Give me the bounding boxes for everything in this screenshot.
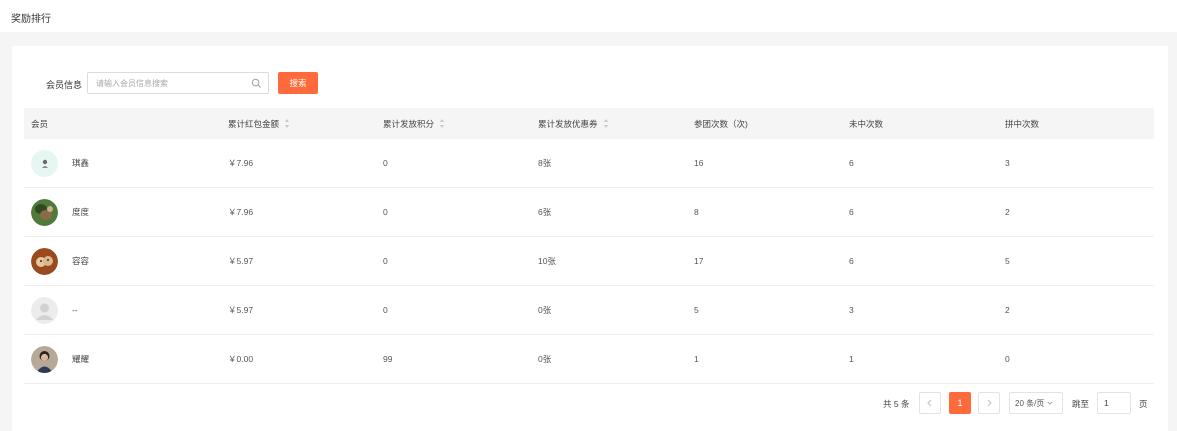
column-header-coupons[interactable]: 累计发放优惠券: [538, 108, 609, 139]
misses-cell: 6: [849, 158, 854, 168]
avatar: [31, 248, 58, 275]
points-cell: 99: [383, 354, 393, 364]
coupons-cell: 8张: [538, 158, 552, 168]
joins-cell: 8: [694, 207, 699, 217]
points-cell: 0: [383, 207, 388, 217]
column-header-points[interactable]: 累计发放积分: [383, 108, 445, 139]
column-header-red-packet[interactable]: 累计红包金额: [228, 108, 290, 139]
points-cell: 0: [383, 158, 388, 168]
misses-cell: 6: [849, 207, 854, 217]
chevron-right-icon: [987, 399, 992, 407]
member-name: 度度: [72, 207, 90, 217]
table-row: 容容 ￥5.97 0 10张 17 6 5: [24, 237, 1154, 286]
member-name: 琪鑫: [72, 158, 90, 168]
amount-cell: ￥5.97: [228, 256, 254, 266]
column-label: 会员: [31, 118, 49, 129]
coupons-cell: 0张: [538, 305, 552, 315]
search-input[interactable]: [96, 77, 246, 90]
wins-cell: 2: [1005, 305, 1010, 315]
coupons-cell: 0张: [538, 354, 552, 364]
column-label: 未中次数: [849, 118, 884, 129]
goto-page-input[interactable]: [1097, 392, 1131, 414]
misses-cell: 3: [849, 305, 854, 315]
column-header-misses: 未中次数: [849, 108, 883, 139]
goto-label: 跳至: [1072, 399, 1090, 409]
column-header-joins: 参团次数（次): [694, 108, 748, 139]
misses-cell: 6: [849, 256, 854, 266]
member-name: --: [72, 305, 78, 315]
column-label: 累计发放积分: [383, 118, 435, 129]
table-row: 度度 ￥7.96 0 6张 8 6 2: [24, 188, 1154, 237]
wins-cell: 0: [1005, 354, 1010, 364]
sort-icon[interactable]: [285, 119, 290, 128]
coupons-cell: 10张: [538, 256, 556, 266]
sort-icon[interactable]: [603, 119, 609, 128]
amount-cell: ￥7.96: [228, 207, 254, 217]
avatar: [31, 150, 58, 177]
joins-cell: 5: [694, 305, 699, 315]
column-label: 累计发放优惠券: [538, 118, 598, 129]
search-icon[interactable]: [251, 78, 262, 89]
wins-cell: 3: [1005, 158, 1010, 168]
avatar: [31, 346, 58, 373]
ranking-table: 会员 累计红包金额 累计发放积分 累计发放优惠券 参团次数（次) 未中次数 拼中…: [24, 108, 1154, 384]
column-label: 拼中次数: [1005, 118, 1040, 129]
page-size-select[interactable]: 20 条/页: [1009, 392, 1063, 414]
page-suffix-label: 页: [1139, 399, 1148, 409]
prev-page-button[interactable]: [919, 392, 941, 414]
chevron-left-icon: [927, 399, 932, 407]
column-header-member: 会员: [31, 108, 48, 139]
wins-cell: 5: [1005, 256, 1010, 266]
joins-cell: 17: [694, 256, 704, 266]
page-title: 奖励排行: [11, 14, 51, 25]
table-row: 琪鑫 ￥7.96 0 8张 16 6 3: [24, 139, 1154, 188]
joins-cell: 16: [694, 158, 704, 168]
amount-cell: ￥7.96: [228, 158, 254, 168]
coupons-cell: 6张: [538, 207, 552, 217]
total-count: 共 5 条: [883, 399, 910, 409]
page-button-current[interactable]: 1: [949, 392, 971, 414]
content-card: 会员信息 搜索 会员 累计红包金额 累计发放积分 累计发放优惠券 参团次数（次)…: [12, 46, 1168, 431]
table-header: 会员 累计红包金额 累计发放积分 累计发放优惠券 参团次数（次) 未中次数 拼中…: [24, 108, 1154, 139]
search-box[interactable]: [87, 72, 269, 94]
member-name: 容容: [72, 256, 90, 266]
joins-cell: 1: [694, 354, 699, 364]
column-label: 累计红包金额: [228, 118, 280, 129]
table-row: -- ￥5.97 0 0张 5 3 2: [24, 286, 1154, 335]
points-cell: 0: [383, 305, 388, 315]
next-page-button[interactable]: [978, 392, 1000, 414]
misses-cell: 1: [849, 354, 854, 364]
avatar: [31, 199, 58, 226]
page-size-value: 20 条/页: [1015, 398, 1045, 408]
chevron-down-icon: [1047, 401, 1053, 405]
member-name: 耀耀: [72, 354, 90, 364]
avatar: [31, 297, 58, 324]
points-cell: 0: [383, 256, 388, 266]
search-label: 会员信息: [46, 80, 83, 90]
top-bar: 奖励排行: [0, 0, 1177, 32]
search-button[interactable]: 搜索: [278, 72, 318, 94]
sort-icon[interactable]: [440, 119, 445, 128]
table-row: 耀耀 ￥0.00 99 0张 1 1 0: [24, 335, 1154, 384]
column-header-wins: 拼中次数: [1005, 108, 1039, 139]
wins-cell: 2: [1005, 207, 1010, 217]
amount-cell: ￥0.00: [228, 354, 254, 364]
amount-cell: ￥5.97: [228, 305, 254, 315]
column-label: 参团次数（次): [694, 118, 748, 129]
